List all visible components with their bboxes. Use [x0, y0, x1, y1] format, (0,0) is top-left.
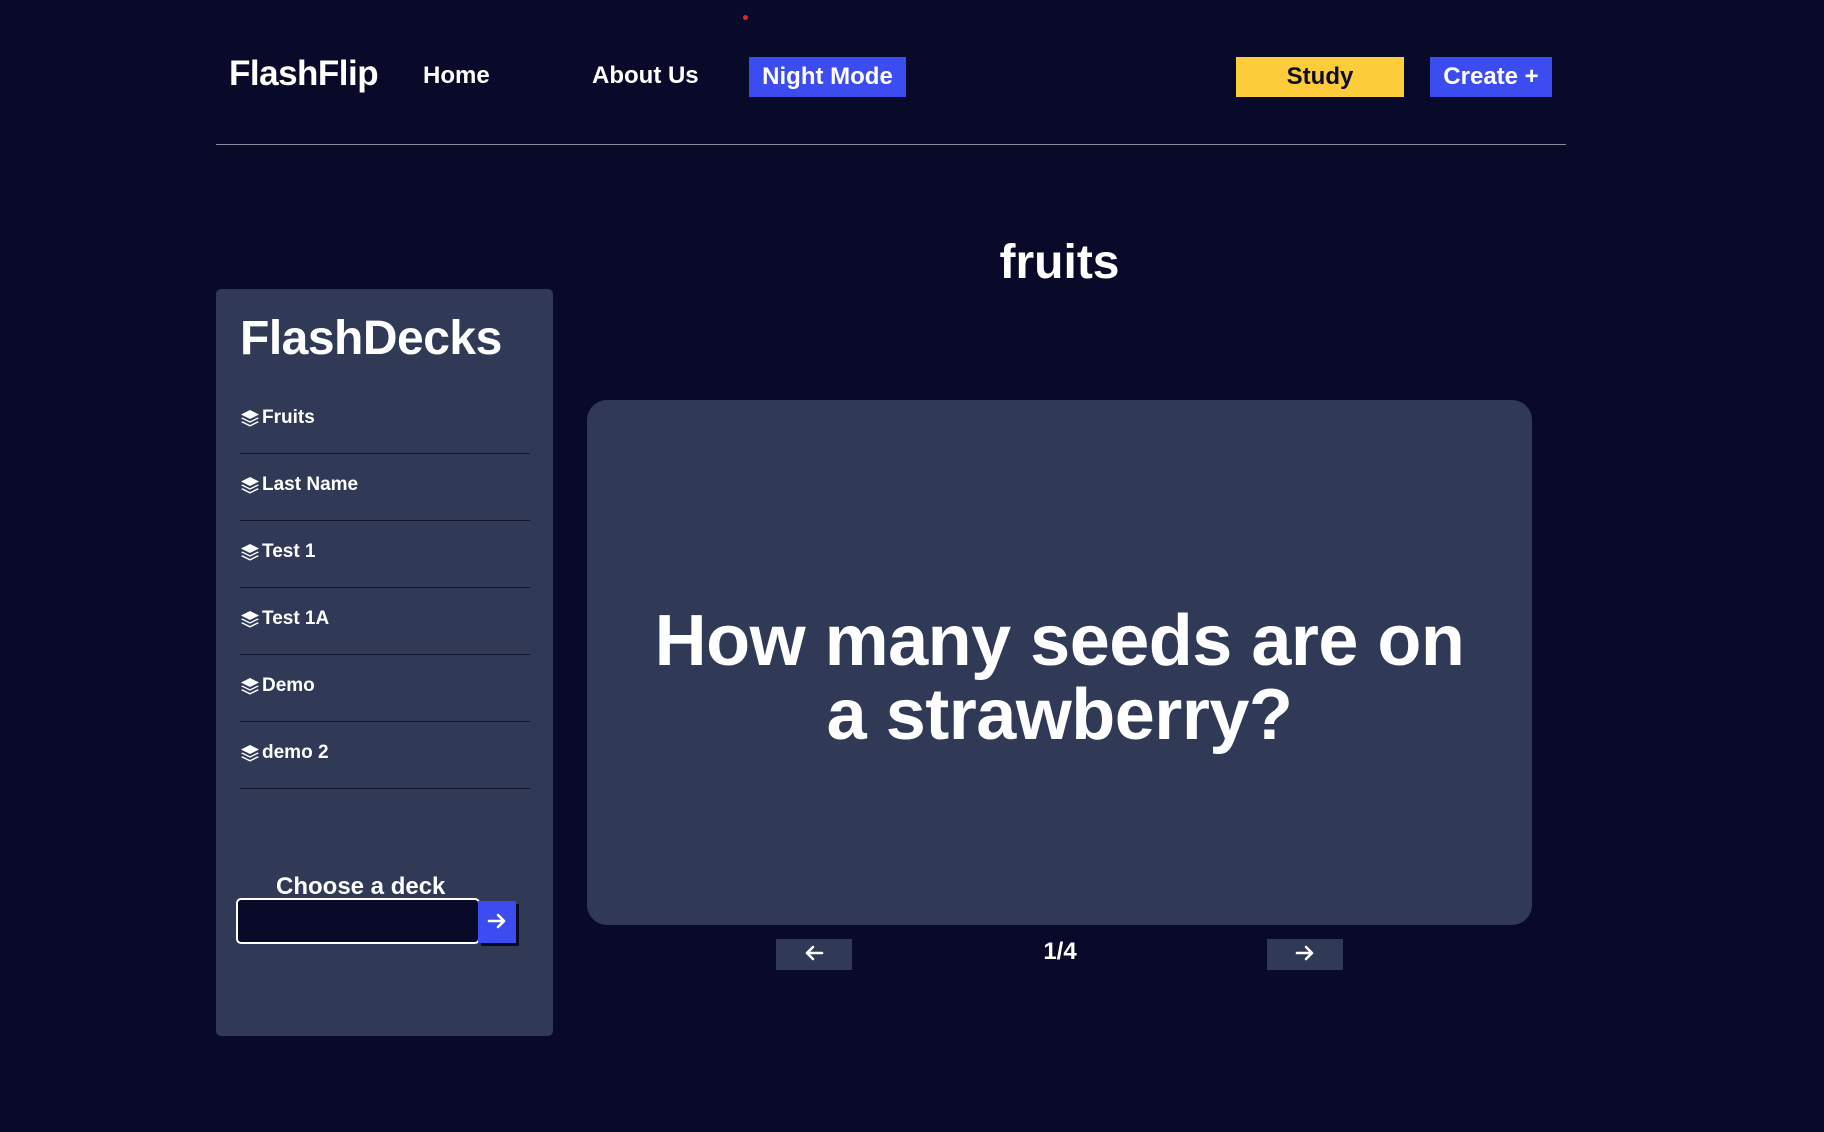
deck-item-test-1a[interactable]: Test 1A: [240, 588, 530, 655]
brand-logo[interactable]: FlashFlip: [229, 54, 379, 94]
choose-deck-label: Choose a deck: [276, 873, 446, 900]
deck-search-input[interactable]: [236, 898, 480, 944]
deck-item-last-name[interactable]: Last Name: [240, 454, 530, 521]
nav-link-about[interactable]: About Us: [592, 62, 699, 90]
flashcard-question: How many seeds are on a strawberry?: [654, 600, 1465, 755]
deck-item-demo[interactable]: Demo: [240, 655, 530, 722]
night-mode-button[interactable]: Night Mode: [749, 57, 906, 97]
go-button[interactable]: [478, 901, 516, 943]
prev-card-button[interactable]: [776, 939, 852, 970]
deck-label: Fruits: [262, 407, 315, 428]
deck-item-fruits[interactable]: Fruits: [240, 387, 530, 454]
layer-group-icon: [240, 676, 260, 696]
layer-group-icon: [240, 475, 260, 495]
layer-group-icon: [240, 609, 260, 629]
top-navbar: FlashFlip Home About Us Night Mode Study…: [216, 52, 1566, 102]
deck-list: Fruits Last Name Test 1 Test 1A Demo dem…: [240, 387, 530, 789]
deck-label: Last Name: [262, 474, 359, 495]
flashcard[interactable]: How many seeds are on a strawberry?: [587, 400, 1532, 925]
deck-label: demo 2: [262, 742, 329, 763]
create-button[interactable]: Create +: [1430, 57, 1552, 97]
deck-title: fruits: [999, 236, 1120, 289]
deck-item-test-1[interactable]: Test 1: [240, 521, 530, 588]
nav-link-home[interactable]: Home: [423, 62, 490, 90]
arrow-left-icon: [804, 944, 824, 965]
deck-label: Test 1A: [262, 608, 330, 629]
deck-label: Test 1: [262, 541, 316, 562]
flashdecks-sidebar: FlashDecks Fruits Last Name Test 1 Test …: [216, 289, 553, 1036]
arrow-right-icon: [487, 912, 507, 933]
layer-group-icon: [240, 408, 260, 428]
sidebar-title: FlashDecks: [240, 312, 502, 365]
layer-group-icon: [240, 542, 260, 562]
deck-item-demo-2[interactable]: demo 2: [240, 722, 530, 789]
study-button[interactable]: Study: [1236, 57, 1404, 97]
deck-label: Demo: [262, 675, 315, 696]
arrow-right-icon: [1295, 944, 1315, 965]
next-card-button[interactable]: [1267, 939, 1343, 970]
indicator-dot: [743, 15, 748, 20]
card-counter: 1/4: [1043, 938, 1077, 965]
layer-group-icon: [240, 743, 260, 763]
header-divider: [216, 144, 1566, 145]
